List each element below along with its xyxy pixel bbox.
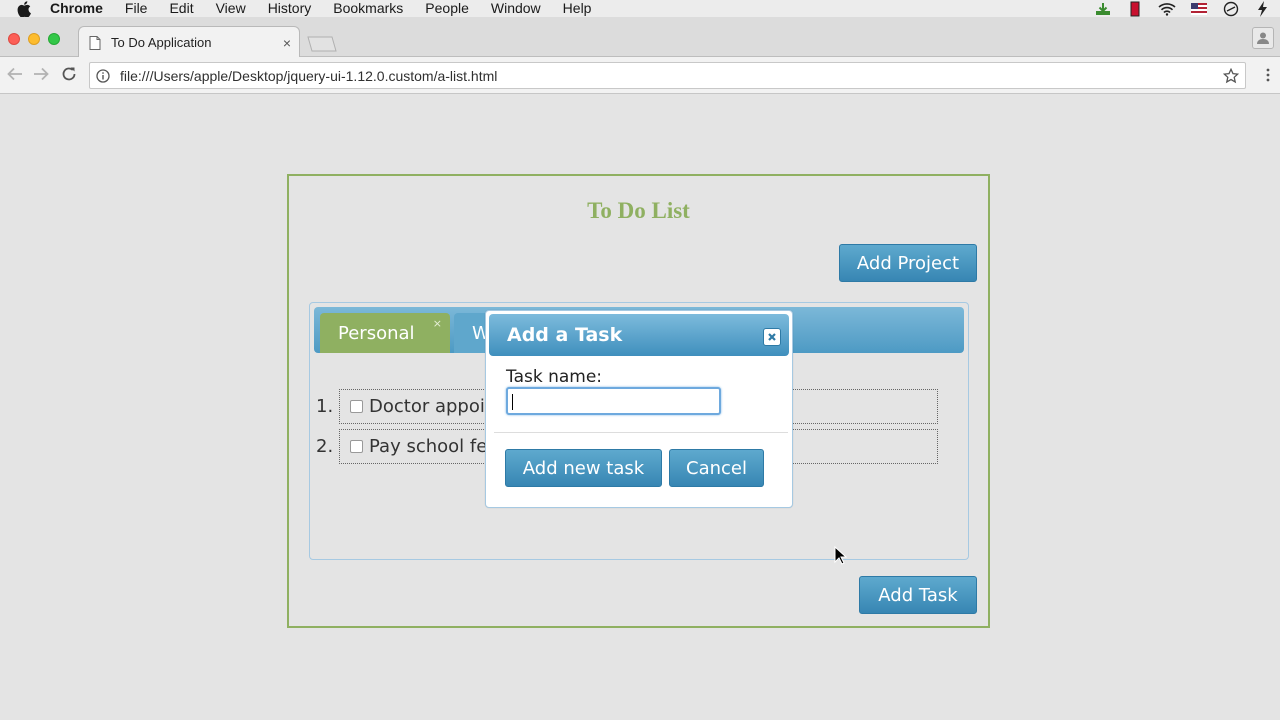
wifi-icon[interactable] [1158, 1, 1176, 17]
menu-help[interactable]: Help [563, 0, 592, 17]
menu-bookmarks[interactable]: Bookmarks [333, 0, 403, 17]
browser-tab-strip: To Do Application × [0, 17, 1280, 58]
zoom-window-button[interactable] [48, 33, 60, 45]
task-name-input[interactable] [506, 387, 721, 415]
reload-icon[interactable] [60, 65, 78, 83]
task-name-label: Task name: [506, 367, 603, 387]
dialog-titlebar[interactable]: Add a Task [489, 314, 789, 356]
macos-menu-bar: Chrome File Edit View History Bookmarks … [0, 0, 1280, 17]
forward-icon[interactable] [32, 65, 50, 83]
url-text: file:///Users/apple/Desktop/jquery-ui-1.… [120, 67, 498, 84]
page-icon [89, 35, 101, 50]
download-icon[interactable] [1094, 1, 1112, 17]
menu-window[interactable]: Window [491, 0, 541, 17]
list-item-number: 2. [316, 436, 334, 457]
tab-title: To Do Application [111, 35, 212, 50]
tab-close-icon[interactable]: × [433, 317, 442, 330]
apple-icon[interactable] [16, 0, 32, 17]
list-item-number: 1. [316, 396, 334, 417]
task-checkbox[interactable] [350, 400, 363, 413]
window-controls [8, 33, 60, 45]
menu-chrome[interactable]: Chrome [50, 0, 103, 17]
task-checkbox[interactable] [350, 440, 363, 453]
browser-toolbar: file:///Users/apple/Desktop/jquery-ui-1.… [0, 57, 1280, 94]
cancel-button[interactable]: Cancel [669, 449, 764, 487]
do-not-disturb-icon[interactable] [1222, 1, 1240, 17]
close-window-button[interactable] [8, 33, 20, 45]
task-text: Pay school fe [369, 436, 488, 457]
dialog-title: Add a Task [507, 324, 623, 346]
bookmark-star-icon[interactable] [1222, 67, 1240, 84]
bolt-icon[interactable] [1254, 0, 1272, 17]
profile-icon[interactable] [1252, 27, 1274, 49]
task-text: Doctor appoi [369, 396, 485, 417]
menu-history[interactable]: History [268, 0, 312, 17]
browser-tab-active[interactable]: To Do Application × [78, 26, 300, 58]
close-tab-icon[interactable]: × [283, 35, 291, 51]
menu-view[interactable]: View [216, 0, 246, 17]
text-caret [512, 394, 513, 410]
page-title: To Do List [587, 198, 690, 223]
add-project-button[interactable]: Add Project [839, 244, 977, 282]
new-tab-button[interactable] [306, 36, 340, 52]
menu-file[interactable]: File [125, 0, 148, 17]
flag-us-icon[interactable] [1190, 1, 1208, 17]
more-menu-icon[interactable] [1266, 68, 1270, 82]
tab-personal[interactable]: Personal × [320, 313, 450, 353]
dialog-divider [494, 432, 788, 433]
address-bar[interactable]: file:///Users/apple/Desktop/jquery-ui-1.… [89, 62, 1246, 89]
mouse-cursor-icon [834, 545, 848, 566]
minimize-window-button[interactable] [28, 33, 40, 45]
dialog-close-icon[interactable] [763, 328, 781, 346]
add-new-task-button[interactable]: Add new task [505, 449, 662, 487]
tab-personal-label: Personal [338, 322, 415, 344]
menu-people[interactable]: People [425, 0, 469, 17]
battery-icon[interactable] [1126, 1, 1144, 17]
back-icon[interactable] [6, 65, 24, 83]
status-tray [1094, 0, 1272, 17]
info-icon[interactable] [96, 68, 110, 83]
menu-edit[interactable]: Edit [169, 0, 193, 17]
add-task-button[interactable]: Add Task [859, 576, 977, 614]
add-task-dialog: Add a Task Task name: Add new task Cance… [485, 310, 793, 508]
